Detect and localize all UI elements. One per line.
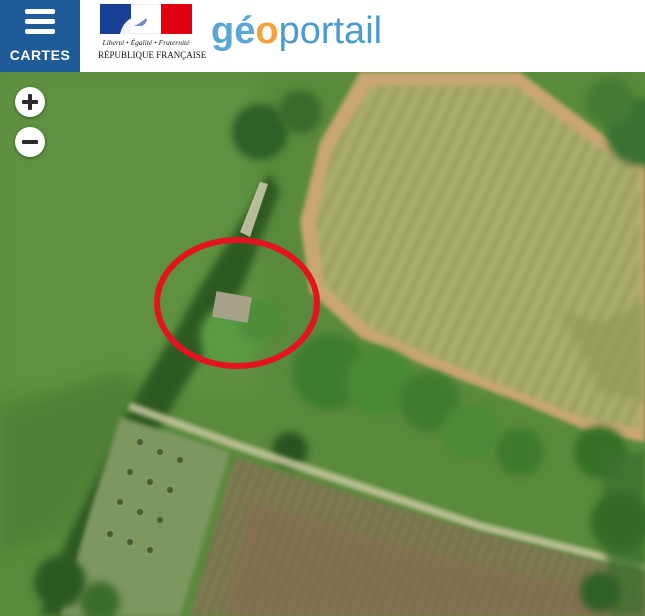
aerial-imagery	[0, 72, 645, 616]
marianne-icon	[120, 9, 148, 34]
maps-menu-button[interactable]: CARTES	[0, 0, 80, 72]
brand-part-1: gé	[211, 10, 256, 52]
hamburger-icon	[25, 9, 55, 34]
brand-part-3: portail	[278, 10, 383, 52]
maps-menu-label: CARTES	[9, 47, 71, 63]
republique-francaise-logo: Liberté • Égalité • Fraternité RÉPUBLIQU…	[98, 4, 207, 64]
brand-part-2: o	[255, 10, 279, 52]
top-header: CARTES Liberté • Égalité • Fraternité RÉ…	[0, 0, 645, 72]
republic-motto: Liberté • Égalité • Fraternité	[102, 38, 190, 47]
republic-name: RÉPUBLIQUE FRANÇAISE	[98, 50, 207, 60]
zoom-in-button[interactable]	[15, 87, 45, 117]
aerial-map[interactable]	[0, 72, 645, 616]
geoportail-logo[interactable]: géoportail	[211, 6, 382, 56]
zoom-out-button[interactable]	[15, 127, 45, 157]
